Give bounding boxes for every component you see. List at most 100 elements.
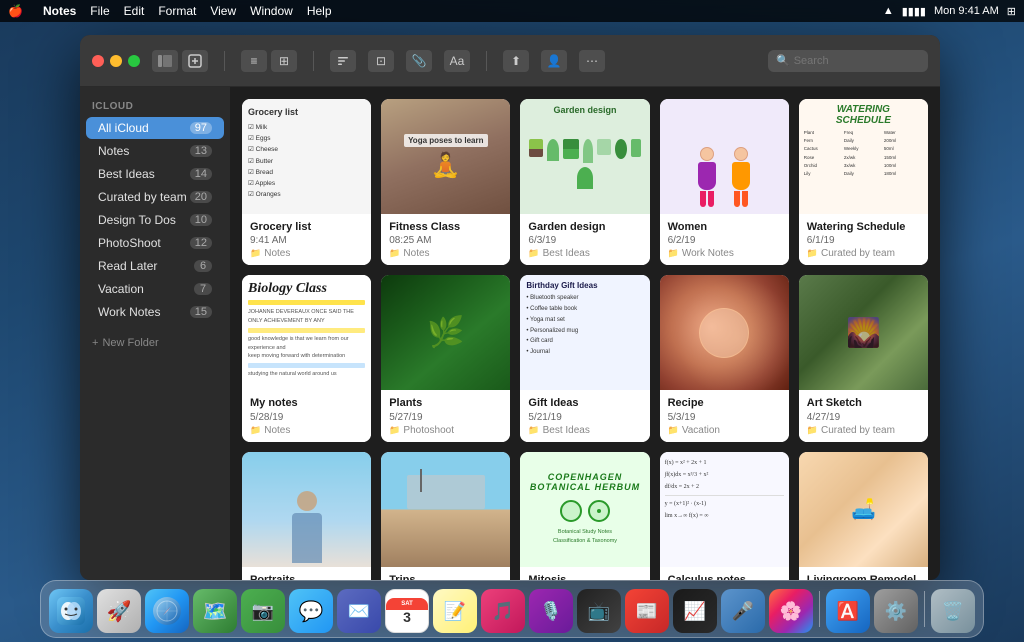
sidebar-item-read-later-count: 6 [194, 260, 212, 272]
sidebar-item-all-icloud-count: 97 [190, 122, 212, 134]
sidebar-item-best-ideas[interactable]: Best Ideas 14 [86, 163, 224, 185]
note-date-watering: 6/1/19 [807, 235, 920, 246]
menu-file[interactable]: File [90, 4, 109, 18]
maximize-button[interactable] [128, 55, 140, 67]
note-card-trips[interactable]: Trips 3/29/19 📁 Vacation [381, 452, 510, 580]
note-card-art[interactable]: 🌄 Art Sketch 4/27/19 📁 Curated by team [799, 275, 928, 441]
sidebar-item-all-icloud-label: All iCloud [98, 121, 190, 135]
sidebar-item-vacation-label: Vacation [98, 282, 194, 296]
note-card-grocery[interactable]: Grocery list Milk Eggs Cheese Butter Bre… [242, 99, 371, 265]
dock-icon-messages[interactable]: 💬 [289, 589, 333, 633]
main-content: iCloud All iCloud 97 Notes 13 Best Ideas… [80, 87, 940, 580]
desktop: 🍎 Notes File Edit Format View Window Hel… [0, 0, 1024, 642]
menu-help[interactable]: Help [307, 4, 332, 18]
dock-icon-music[interactable]: 🎵 [481, 589, 525, 633]
new-note-button[interactable] [182, 50, 208, 72]
sidebar-item-vacation-count: 7 [194, 283, 212, 295]
notes-grid: Grocery list Milk Eggs Cheese Butter Bre… [242, 99, 928, 580]
sidebar-item-curated[interactable]: Curated by team 20 [86, 186, 224, 208]
menu-view[interactable]: View [210, 4, 236, 18]
note-card-women[interactable]: Women 6/2/19 📁 Work Notes [660, 99, 789, 265]
note-card-calculus[interactable]: f(x) = x² + 2x + 1 ∫f(x)dx = x³/3 + x² d… [660, 452, 789, 580]
search-bar[interactable]: 🔍 [768, 50, 928, 72]
note-card-plants[interactable]: 🌿 Plants 5/27/19 📁 Photoshoot [381, 275, 510, 441]
attachments-button[interactable]: 📎 [406, 50, 432, 72]
new-folder-button[interactable]: + New Folder [80, 331, 230, 355]
search-input[interactable] [794, 55, 920, 67]
notes-area: Grocery list Milk Eggs Cheese Butter Bre… [230, 87, 940, 580]
dock-icon-safari[interactable] [145, 589, 189, 633]
apple-menu[interactable]: 🍎 [8, 4, 23, 18]
note-card-living[interactable]: 🛋️ Livingroom Remodel 3/12/19 📁 Design T… [799, 452, 928, 580]
note-thumbnail-garden: Garden design [520, 99, 649, 214]
sort-button[interactable] [330, 50, 356, 72]
share-button[interactable]: ⬆ [503, 50, 529, 72]
note-title-mitosis: Mitosis [528, 573, 641, 580]
sidebar-item-design[interactable]: Design To Dos 10 [86, 209, 224, 231]
note-folder-my-notes: 📁 Notes [250, 425, 363, 436]
list-view-button[interactable]: ≡ [241, 50, 267, 72]
dock-icon-maps[interactable]: 🗺️ [193, 589, 237, 633]
new-folder-label: New Folder [102, 337, 158, 349]
dock-icon-finder[interactable] [49, 589, 93, 633]
note-card-portraits[interactable]: Portraits 4/20/19 📁 PhotoShoot [242, 452, 371, 580]
menu-window[interactable]: Window [250, 4, 293, 18]
dock-icon-calendar[interactable]: SAT 3 [385, 589, 429, 633]
note-card-mitosis[interactable]: COPENHAGEN BOTANICAL HERBUM Botanical St… [520, 452, 649, 580]
sidebar-item-photoshoot[interactable]: PhotoShoot 12 [86, 232, 224, 254]
note-date-women: 6/2/19 [668, 235, 781, 246]
toolbar-separator-2 [313, 51, 314, 71]
grid-view-button[interactable]: ⊞ [271, 50, 297, 72]
note-thumbnail-mitosis: COPENHAGEN BOTANICAL HERBUM Botanical St… [520, 452, 649, 567]
note-thumbnail-my-notes: Biology Class JOHANNE DEVEREAUX ONCE SAI… [242, 275, 371, 390]
note-card-recipe[interactable]: Recipe 5/3/19 📁 Vacation [660, 275, 789, 441]
gallery-button[interactable]: ⊡ [368, 50, 394, 72]
wifi-icon[interactable]: ▲ [883, 5, 894, 17]
sidebar-item-notes[interactable]: Notes 13 [86, 140, 224, 162]
dock-icon-appstore[interactable]: 🅰️ [826, 589, 870, 633]
dock-separator [819, 591, 820, 627]
dock-icon-trash[interactable]: 🗑️ [931, 589, 975, 633]
folder-icon: 📁 [807, 248, 818, 259]
text-button[interactable]: Aa [444, 50, 470, 72]
note-date-my-notes: 5/28/19 [250, 412, 363, 423]
toolbar-separator-1 [224, 51, 225, 71]
more-button[interactable]: ⋯ [579, 50, 605, 72]
note-card-garden[interactable]: Garden design [520, 99, 649, 265]
people-button[interactable]: 👤 [541, 50, 567, 72]
close-button[interactable] [92, 55, 104, 67]
sidebar-item-work-notes[interactable]: Work Notes 15 [86, 301, 224, 323]
note-card-fitness[interactable]: Yoga poses to learn 🧘 Fitness Class 08:2… [381, 99, 510, 265]
dock-icon-settings[interactable]: ⚙️ [874, 589, 918, 633]
app-menu-name[interactable]: Notes [43, 4, 76, 18]
sidebar-item-notes-count: 13 [190, 145, 212, 157]
sidebar-item-vacation[interactable]: Vacation 7 [86, 278, 224, 300]
sidebar-toggle-group [152, 50, 208, 72]
dock-icon-photos[interactable]: 🌸 [769, 589, 813, 633]
folder-icon: 📁 [389, 248, 400, 259]
note-card-gift[interactable]: Birthday Gift Ideas • Bluetooth speaker … [520, 275, 649, 441]
note-thumbnail-women [660, 99, 789, 214]
sidebar-item-notes-label: Notes [98, 144, 190, 158]
minimize-button[interactable] [110, 55, 122, 67]
dock-icon-tv[interactable]: 📺 [577, 589, 621, 633]
sidebar-item-all-icloud[interactable]: All iCloud 97 [86, 117, 224, 139]
control-center-icon[interactable]: ⊞ [1007, 5, 1016, 18]
dock-icon-launchpad[interactable]: 🚀 [97, 589, 141, 633]
dock-icon-news[interactable]: 📰 [625, 589, 669, 633]
dock: 🚀 🗺️ 📷 [40, 580, 984, 638]
sidebar-toggle-button[interactable] [152, 50, 178, 72]
note-title-fitness: Fitness Class [389, 220, 502, 234]
dock-icon-notes[interactable]: 📝 [433, 589, 477, 633]
dock-icon-stocks[interactable]: 📈 [673, 589, 717, 633]
sidebar-item-read-later[interactable]: Read Later 6 [86, 255, 224, 277]
dock-icon-podcasts[interactable]: 🎙️ [529, 589, 573, 633]
menu-format[interactable]: Format [158, 4, 196, 18]
note-card-watering[interactable]: WATERINGSCHEDULE PlantFreqWater FernDail… [799, 99, 928, 265]
dock-icon-mail[interactable]: ✉️ [337, 589, 381, 633]
dock-icon-facetime[interactable]: 📷 [241, 589, 285, 633]
sidebar-item-read-later-label: Read Later [98, 259, 194, 273]
note-card-my-notes[interactable]: Biology Class JOHANNE DEVEREAUX ONCE SAI… [242, 275, 371, 441]
menu-edit[interactable]: Edit [124, 4, 145, 18]
dock-icon-keynote[interactable]: 🎤 [721, 589, 765, 633]
